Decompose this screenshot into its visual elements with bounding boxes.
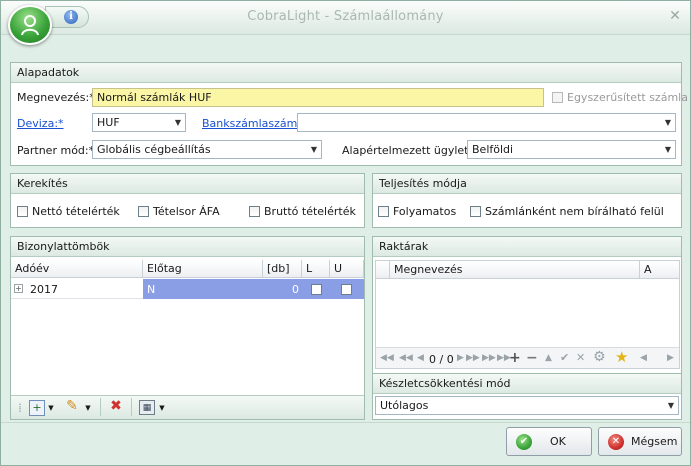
partner-value: Globális cégbeállítás: [97, 143, 211, 156]
szamlankent-checkbox[interactable]: [470, 206, 481, 217]
kerekites-header: Kerekítés: [11, 174, 364, 194]
chevron-down-icon: ▼: [174, 118, 182, 127]
kerekites-group: Kerekítés: [10, 173, 365, 228]
ugylet-value: Belföldi: [472, 143, 514, 156]
chevron-down-icon[interactable]: ▼: [158, 401, 166, 415]
column-indicator: [376, 261, 390, 279]
close-icon: ✕: [608, 434, 624, 450]
tetelsor-afa-label: Tételsor ÁFA: [153, 205, 220, 218]
user-icon: [21, 15, 39, 36]
expand-icon[interactable]: +: [14, 284, 23, 293]
row-adoev-cell: + 2017: [11, 279, 143, 299]
netto-tetelertek-label: Nettó tételérték: [32, 205, 120, 218]
column-u[interactable]: U: [330, 260, 364, 278]
move-up-icon[interactable]: ▲: [545, 353, 552, 363]
chevron-down-icon: ▼: [664, 145, 672, 154]
chevron-down-icon: ▼: [664, 118, 672, 127]
prev-page-icon[interactable]: ◀: [417, 353, 424, 363]
row-l-checkbox[interactable]: [311, 284, 322, 295]
megnevezes-label: Megnevezés:*: [17, 91, 95, 104]
row-elotag: N: [147, 283, 156, 296]
folyamatos-label: Folyamatos: [393, 205, 457, 218]
row-adoev: 2017: [30, 283, 58, 296]
first-page-icon[interactable]: ◀◀: [380, 353, 394, 363]
toolbar-separator: [131, 398, 132, 416]
prev-page-group-icon[interactable]: ◀◀: [399, 353, 413, 363]
row-u-checkbox[interactable]: [341, 284, 352, 295]
chevron-down-icon: ▼: [310, 145, 318, 154]
last-page-icon[interactable]: ▶▶: [482, 353, 496, 363]
edit-icon[interactable]: ✎: [63, 399, 81, 413]
add-record-icon[interactable]: +: [509, 350, 521, 366]
column-db[interactable]: [db]: [263, 260, 302, 278]
deviza-value: HUF: [97, 116, 120, 129]
szamlankent-label: Számlánként nem bírálható felül: [485, 205, 664, 218]
egyszerusitett-label: Egyszerűsített számla: [567, 91, 688, 104]
partner-select[interactable]: Globális cégbeállítás ▼: [92, 140, 322, 159]
check-icon: ✔: [516, 434, 532, 450]
brutto-tetelertek-checkbox[interactable]: [249, 206, 260, 217]
ugylet-select[interactable]: Belföldi ▼: [467, 140, 676, 159]
toolbar-grip-icon: ⁞: [18, 401, 22, 415]
scroll-left-icon[interactable]: ◀: [640, 353, 647, 363]
delete-icon[interactable]: ✖: [107, 399, 125, 413]
row-selection: [143, 279, 364, 299]
next-page-group-icon[interactable]: ▶▶: [466, 353, 480, 363]
cancel-label: Mégsem: [631, 435, 678, 448]
next-page-icon[interactable]: ▶: [457, 353, 464, 363]
teljesites-header: Teljesítés módja: [373, 174, 681, 194]
gear-icon[interactable]: ⚙: [593, 349, 606, 365]
partner-label: Partner mód:*: [17, 144, 95, 157]
chevron-down-icon[interactable]: ▼: [84, 401, 92, 415]
raktarak-header: Raktárak: [373, 237, 681, 257]
scroll-right-icon[interactable]: ▶: [667, 353, 674, 363]
deviza-select[interactable]: HUF ▼: [92, 113, 186, 132]
column-a[interactable]: A: [640, 261, 679, 279]
alapadatok-header: Alapadatok: [11, 63, 681, 83]
megnevezes-input[interactable]: Normál számlák HUF: [92, 88, 544, 107]
star-icon[interactable]: ★: [615, 348, 628, 366]
bankszamla-link[interactable]: Bankszámlaszám:*: [202, 117, 307, 130]
remove-record-icon[interactable]: −: [526, 350, 538, 366]
info-icon: i: [64, 10, 78, 24]
tetelsor-afa-checkbox[interactable]: [138, 206, 149, 217]
column-megnevezes[interactable]: Megnevezés: [390, 261, 640, 279]
ugylet-label: Alapértelmezett ügylet:*: [342, 144, 478, 157]
window-title: CobraLight - Számlaállomány: [247, 9, 444, 24]
chevron-down-icon: ▼: [667, 401, 675, 410]
grid-settings-icon[interactable]: ▦: [139, 400, 155, 415]
dialog-window: CobraLight - Számlaállomány ✕ i Alapadat…: [0, 0, 691, 466]
folyamatos-checkbox[interactable]: [378, 206, 389, 217]
keszlet-header: Készletcsökkentési mód: [373, 374, 681, 394]
chevron-down-icon[interactable]: ▼: [47, 401, 55, 415]
egyszerusitett-checkbox[interactable]: [552, 92, 563, 103]
bizonylattombok-header: Bizonylattömbök: [11, 237, 364, 257]
column-l[interactable]: L: [302, 260, 330, 278]
cancel-edit-icon[interactable]: ✕: [576, 351, 585, 364]
table-row[interactable]: + 2017 N 0: [11, 279, 364, 299]
app-menu-button[interactable]: [8, 5, 52, 45]
brutto-tetelertek-label: Bruttó tételérték: [264, 205, 356, 218]
bankszamla-select[interactable]: ▼: [297, 113, 676, 132]
nav-counter: 0 / 0: [429, 353, 454, 366]
close-icon[interactable]: ✕: [666, 7, 684, 25]
column-adoev[interactable]: Adóév: [11, 260, 143, 278]
check-icon[interactable]: ✔: [560, 351, 569, 364]
column-elotag[interactable]: Előtag: [143, 260, 263, 278]
deviza-link[interactable]: Deviza:*: [17, 117, 64, 130]
row-db: 0: [292, 283, 299, 296]
cancel-button[interactable]: ✕ Mégsem: [598, 427, 682, 456]
netto-tetelertek-checkbox[interactable]: [17, 206, 28, 217]
keszlet-value: Utólagos: [380, 399, 429, 412]
teljesites-group: Teljesítés módja: [372, 173, 682, 228]
toolbar-separator: [100, 398, 101, 416]
keszlet-select[interactable]: Utólagos ▼: [375, 396, 679, 415]
title-bar: CobraLight - Számlaállomány ✕: [1, 1, 690, 35]
add-icon[interactable]: +: [29, 400, 45, 416]
ok-button[interactable]: ✔ OK: [506, 427, 592, 456]
ok-label: OK: [550, 435, 566, 448]
